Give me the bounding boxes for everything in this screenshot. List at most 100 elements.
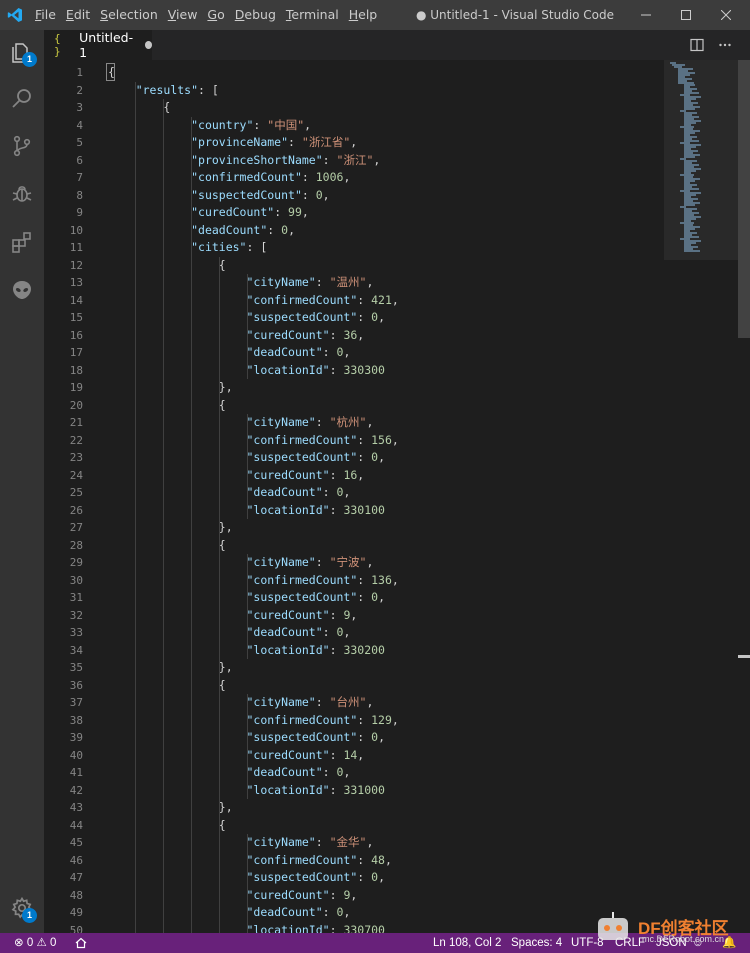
code-line[interactable]: "locationId": 330700 [108,922,385,934]
line-number: 30 [69,573,83,587]
code-line[interactable]: "deadCount": 0, [108,624,350,642]
unsaved-dot-icon[interactable] [144,41,153,49]
code-line[interactable]: "cityName": "金华", [108,834,373,852]
code-line[interactable]: { [108,677,226,695]
code-line[interactable]: { [108,64,115,82]
code-line[interactable]: "suspectedCount": 0, [108,187,330,205]
menu-file[interactable]: File [30,0,61,30]
code-line[interactable]: "cityName": "温州", [108,274,373,292]
code-editor[interactable]: 1 2 3 4 5 6 7 8 9 10 11 12 13 14 15 16 17 18 19 20 21 22 23 24 2… [44,60,750,933]
code-line[interactable]: "confirmedCount": 48, [108,852,391,870]
code-line[interactable]: "confirmedCount": 156, [108,432,398,450]
minimize-button[interactable] [626,0,666,30]
code-line[interactable]: "confirmedCount": 1006, [108,169,350,187]
code-token: , [391,292,399,307]
code-line[interactable]: { [108,99,170,117]
more-actions-icon[interactable] [712,30,738,60]
close-window-button[interactable] [706,0,746,30]
menu-debug[interactable]: Debug [230,0,281,30]
code-line[interactable]: { [108,397,226,415]
scrollbar-thumb[interactable] [738,60,750,338]
code-line[interactable]: "deadCount": 0, [108,764,350,782]
code-line[interactable]: }, [108,519,233,537]
source-control-icon[interactable] [0,124,44,168]
menu-edit[interactable]: Edit [61,0,95,30]
code-line[interactable]: { [108,537,226,555]
code-line[interactable]: "cities": [ [108,239,267,257]
code-token: { [108,65,115,79]
vertical-scrollbar[interactable] [738,60,750,933]
code-token: }, [218,520,233,534]
minimap[interactable] [664,60,738,260]
code-token: "温州" [329,275,367,289]
code-line[interactable]: "suspectedCount": 0, [108,729,385,747]
code-line[interactable]: }, [108,379,233,397]
code-token: , [378,590,385,604]
code-line[interactable]: { [108,257,226,275]
code-line[interactable]: "results": [ [108,82,219,100]
debug-icon[interactable] [0,171,44,215]
settings-gear-icon[interactable]: 1 [0,886,44,930]
code-line[interactable]: "curedCount": 99, [108,204,309,222]
split-editor-icon[interactable] [684,30,710,60]
code-line[interactable]: { [108,817,226,835]
code-line[interactable]: "provinceName": "浙江省", [108,134,357,152]
code-line[interactable]: "curedCount": 16, [108,467,364,485]
alien-extension-icon[interactable] [0,268,44,312]
code-token: , [343,905,351,919]
code-token: : [329,747,344,762]
tab-untitled-1[interactable]: { } Untitled-1 [44,30,153,60]
code-line[interactable]: "cityName": "宁波", [108,554,373,572]
code-line[interactable]: "provinceShortName": "浙江", [108,152,380,170]
code-token: "locationId" [246,362,330,377]
code-line[interactable]: "curedCount": 14, [108,747,364,765]
code-line[interactable]: "curedCount": 36, [108,327,364,345]
menu-selection[interactable]: Selection [95,0,163,30]
code-token: : [315,415,330,429]
code-area[interactable]: { "results": [ { "country": "中国", "provi… [106,60,668,934]
code-line[interactable]: }, [108,799,233,817]
menu-go[interactable]: Go [202,0,229,30]
line-number: 23 [69,451,83,464]
minimap-slider[interactable] [664,60,738,260]
code-line[interactable]: "confirmedCount": 129, [108,712,398,730]
code-line[interactable]: "locationId": 330200 [108,642,385,660]
code-line[interactable]: "deadCount": 0, [108,484,350,502]
code-line[interactable]: "curedCount": 9, [108,607,357,625]
code-line[interactable]: "cityName": "台州", [108,694,373,712]
code-line[interactable]: }, [108,659,233,677]
code-line[interactable]: "suspectedCount": 0, [108,309,385,327]
code-line[interactable]: "deadCount": 0, [108,904,350,922]
code-line[interactable]: "deadCount": 0, [108,222,295,240]
explorer-icon[interactable]: 1 [0,30,44,74]
home-icon[interactable] [75,933,87,953]
code-line[interactable]: "locationId": 330300 [108,362,385,380]
code-line[interactable]: "locationId": 331000 [108,782,385,800]
code-line[interactable]: "locationId": 330100 [108,502,385,520]
code-line[interactable]: "country": "中国", [108,117,311,135]
code-line[interactable]: "confirmedCount": 136, [108,572,398,590]
extensions-icon[interactable] [0,220,44,264]
cursor-position[interactable]: Ln 108, Col 2 [433,933,501,953]
menu-terminal[interactable]: Terminal [281,0,344,30]
problems-indicator[interactable]: ⊗ 0 ⚠ 0 [14,933,56,953]
maximize-button[interactable] [666,0,706,30]
code-line[interactable]: "curedCount": 9, [108,887,357,905]
explorer-badge: 1 [22,52,37,67]
code-line[interactable]: "suspectedCount": 0, [108,589,385,607]
code-token: "金华" [329,835,367,849]
code-line[interactable]: "suspectedCount": 0, [108,869,385,887]
code-token: 48 [371,852,385,867]
code-line[interactable]: "confirmedCount": 421, [108,292,399,310]
code-token: , [378,730,385,744]
code-line[interactable]: "suspectedCount": 0, [108,449,385,467]
code-line[interactable]: "cityName": "杭州", [108,414,373,432]
indentation-setting[interactable]: Spaces: 4 [511,933,562,953]
code-line[interactable]: "deadCount": 0, [108,344,350,362]
search-icon[interactable] [0,76,44,120]
menu-view[interactable]: View [163,0,203,30]
menu-help[interactable]: Help [344,0,383,30]
